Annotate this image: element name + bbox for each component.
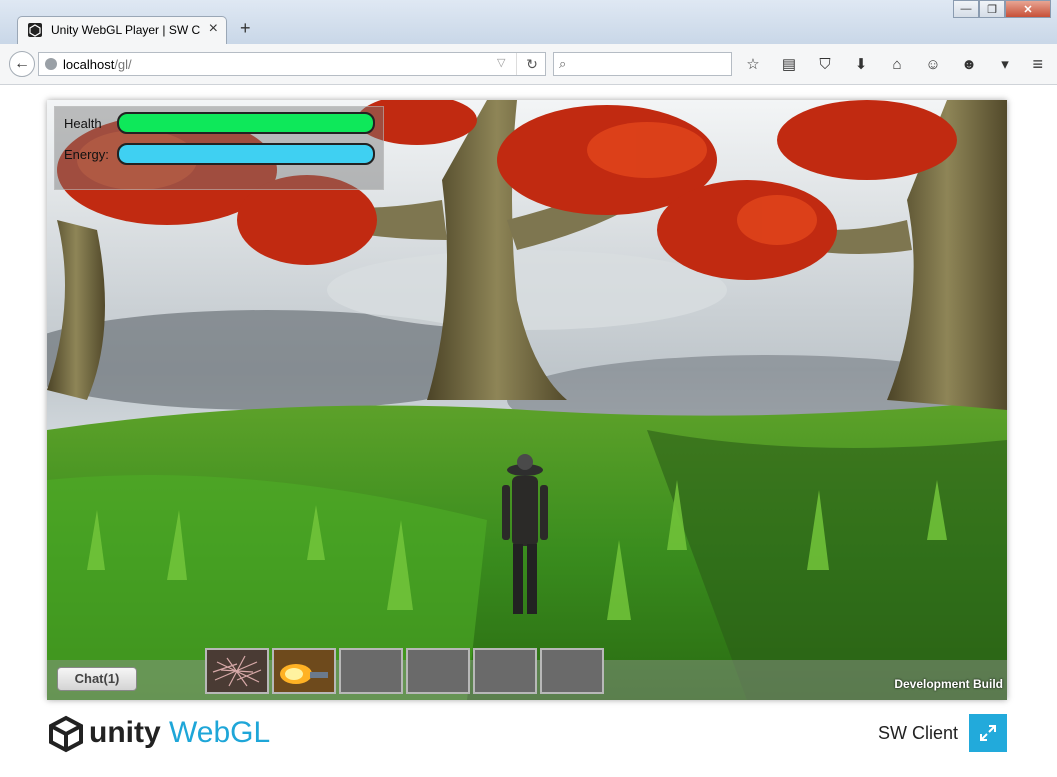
pocket-icon[interactable]: ⛉ <box>814 54 836 74</box>
back-button[interactable]: ← <box>9 51 35 77</box>
logo-unity-text: unity <box>89 716 161 749</box>
development-build-label: Development Build <box>894 677 1003 691</box>
search-input[interactable]: ⌕ <box>553 52 732 76</box>
globe-icon <box>45 58 57 70</box>
energy-bar-fill <box>119 145 373 163</box>
inventory-slot-5[interactable] <box>473 648 537 694</box>
health-row: Health <box>55 108 383 136</box>
game-bottom-bar: Chat(1) Development Build <box>47 648 1007 700</box>
url-dropdown-icon[interactable]: ▽ <box>497 56 505 69</box>
tab-close-icon[interactable]: × <box>209 20 218 38</box>
tab-title: Unity WebGL Player | SW C... <box>51 23 201 37</box>
window-controls: — ❐ ✕ <box>953 0 1051 18</box>
unity-webgl-logo: unity WebGL <box>47 715 270 755</box>
overflow-chevron-icon[interactable]: ▾ <box>994 54 1016 74</box>
minimize-button[interactable]: — <box>953 0 979 18</box>
game-scene <box>47 100 1007 700</box>
app-title: SW Client <box>878 723 959 743</box>
hamburger-menu-icon[interactable]: ≡ <box>1032 54 1043 75</box>
url-host: localhost <box>63 57 115 72</box>
url-bar[interactable]: localhost/gl/ ▽ ↻ <box>38 52 546 76</box>
logo-webgl-text: WebGL <box>169 716 271 749</box>
page-content: Health Energy: Chat(1) Development Build… <box>0 85 1057 777</box>
unity-logo-icon <box>49 715 83 753</box>
health-bar <box>117 112 375 134</box>
inventory-slot-1[interactable] <box>205 648 269 694</box>
toolbar-icons: ☆ ▤ ⛉ ⬇ ⌂ ☺ ☻ ▾ <box>742 54 1030 74</box>
reading-list-icon[interactable]: ▤ <box>778 54 800 74</box>
inventory-slot-4[interactable] <box>406 648 470 694</box>
inventory-slot-6[interactable] <box>540 648 604 694</box>
health-label: Health <box>64 116 102 131</box>
twig-bundle-icon <box>207 650 267 692</box>
close-window-button[interactable]: ✕ <box>1005 0 1051 18</box>
new-tab-button[interactable]: + <box>240 18 251 39</box>
energy-label: Energy: <box>64 147 109 162</box>
back-arrow-icon: ← <box>14 55 30 72</box>
unity-game-canvas[interactable]: Health Energy: Chat(1) Development Build <box>47 100 1007 700</box>
chat-icon[interactable]: ☺ <box>922 54 944 74</box>
browser-tab[interactable]: Unity WebGL Player | SW C... × <box>17 16 227 44</box>
search-icon: ⌕ <box>559 56 567 71</box>
reload-icon[interactable]: ↻ <box>516 53 547 75</box>
addon-icon[interactable]: ☻ <box>958 54 980 74</box>
url-text: localhost/gl/ <box>63 57 132 72</box>
status-hud: Health Energy: <box>54 106 384 190</box>
url-path: /gl/ <box>114 57 132 72</box>
fullscreen-icon <box>980 725 996 741</box>
fullscreen-button[interactable] <box>969 714 1007 752</box>
health-bar-fill <box>119 114 373 132</box>
fire-torch-icon <box>274 650 334 692</box>
navigation-toolbar: ← localhost/gl/ ▽ ↻ ⌕ ☆ ▤ ⛉ ⬇ ⌂ ☺ ☻ ▾ ≡ <box>0 44 1057 85</box>
energy-bar <box>117 143 375 165</box>
inventory-bar <box>205 648 607 694</box>
maximize-button[interactable]: ❐ <box>979 0 1005 18</box>
inventory-slot-2[interactable] <box>272 648 336 694</box>
unity-favicon-icon <box>28 23 42 37</box>
star-icon[interactable]: ☆ <box>742 54 764 74</box>
chat-button[interactable]: Chat(1) <box>57 667 137 691</box>
title-bar: Unity WebGL Player | SW C... × + — ❐ ✕ <box>0 0 1057 44</box>
download-icon[interactable]: ⬇ <box>850 54 872 74</box>
energy-row: Energy: <box>55 139 383 167</box>
logo-text: unity WebGL <box>89 715 270 751</box>
inventory-slot-3[interactable] <box>339 648 403 694</box>
home-icon[interactable]: ⌂ <box>886 54 908 74</box>
